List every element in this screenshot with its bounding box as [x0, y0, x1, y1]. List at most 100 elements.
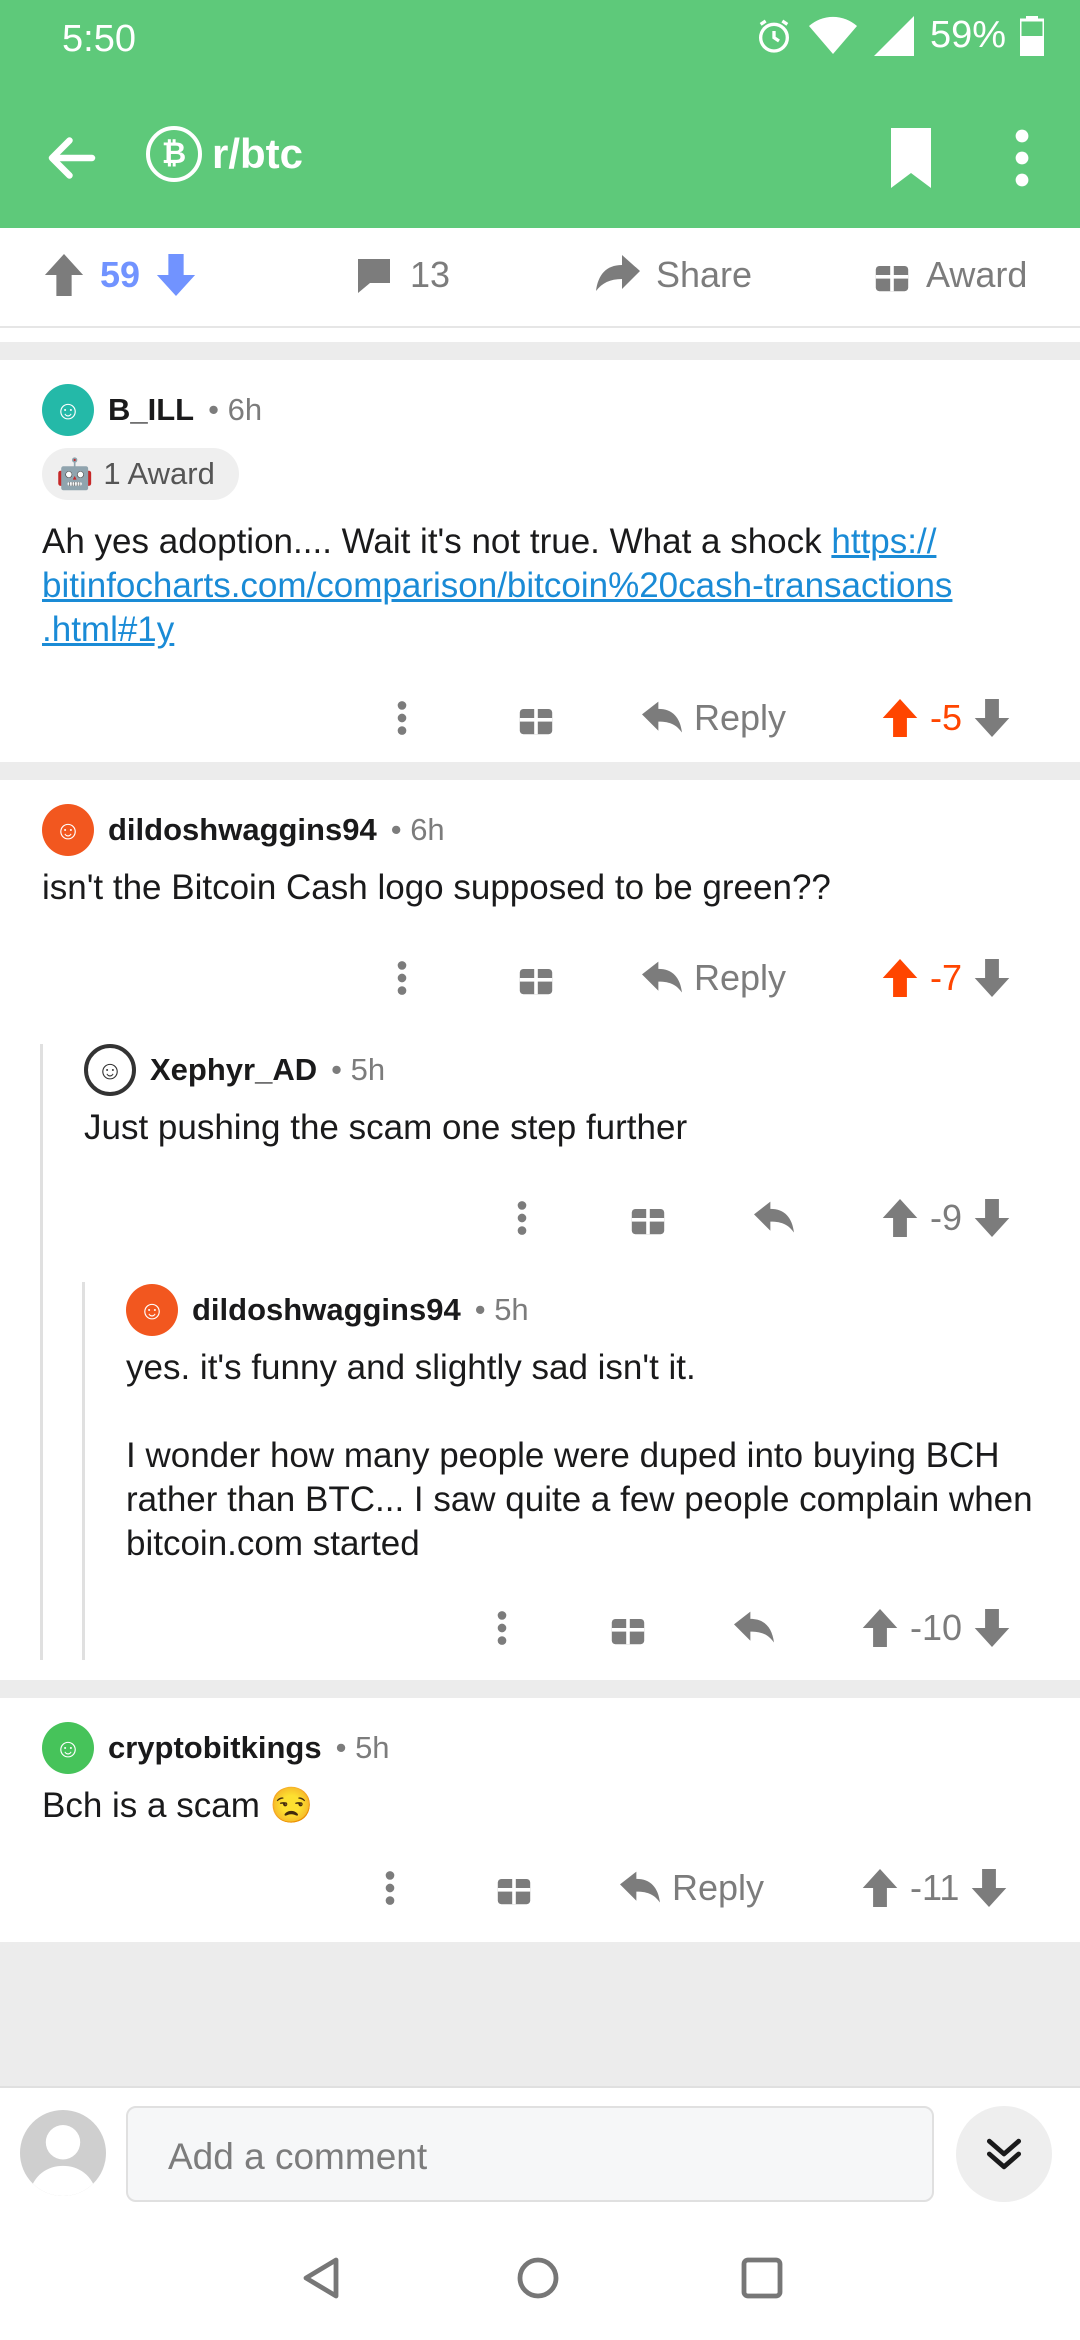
gift-icon [519, 969, 553, 995]
post-action-bar: 59 13 Share Award [0, 228, 1080, 328]
award-count: 1 Award [103, 456, 215, 491]
downvote-icon[interactable] [971, 1869, 1007, 1907]
status-time: 5:50 [62, 18, 136, 60]
award-icon: 🤖 [56, 457, 94, 491]
status-bar: 5:50 59% [0, 0, 1080, 80]
nav-recents-icon[interactable] [740, 2256, 784, 2300]
comment-author[interactable]: dildoshwaggins94 [192, 1292, 461, 1328]
gift-icon [497, 1879, 531, 1905]
subreddit-name: r/btc [212, 130, 304, 177]
downvote-icon[interactable] [974, 1199, 1010, 1237]
divider [0, 1680, 1080, 1698]
nav-back-icon[interactable] [300, 2256, 340, 2300]
reply-button[interactable]: Reply [642, 688, 786, 748]
share-button[interactable]: Share [596, 254, 752, 296]
award-label: Award [926, 254, 1028, 295]
next-comment-button[interactable] [956, 2106, 1052, 2202]
share-icon [596, 255, 640, 291]
comments-button[interactable]: 13 [354, 254, 450, 296]
upvote-icon[interactable] [44, 254, 84, 296]
avatar[interactable] [20, 2110, 106, 2196]
award-button[interactable] [518, 688, 554, 748]
more-options-button[interactable] [516, 1188, 528, 1248]
reply-button[interactable]: Reply [620, 1858, 764, 1918]
more-vert-icon [397, 701, 407, 735]
comment: ☺ B_ILL • 6h 🤖 1 Award Ah yes adoption..… [0, 360, 1080, 762]
more-vert-icon [397, 961, 407, 995]
divider [0, 342, 1080, 360]
bookmark-icon[interactable] [886, 128, 936, 188]
add-comment-input[interactable]: Add a comment [126, 2106, 934, 2202]
reply-button[interactable] [754, 1188, 794, 1248]
comment-time: • 5h [335, 1730, 390, 1765]
comment-score: -10 [910, 1607, 963, 1648]
app-header: 5:50 59% ₿ r/btc [0, 0, 1080, 228]
comment-score: -11 [910, 1867, 960, 1908]
award-button[interactable] [496, 1858, 532, 1918]
comment-body: Ah yes adoption.... Wait it's not true. … [42, 522, 953, 649]
upvote-icon[interactable] [882, 1199, 918, 1237]
reply-icon [642, 961, 682, 993]
reply-button[interactable] [734, 1598, 774, 1658]
battery-percent: 59% [929, 14, 1006, 56]
award-button[interactable] [630, 1188, 666, 1248]
post-vote: 59 [44, 254, 196, 296]
comment-author[interactable]: dildoshwaggins94 [108, 812, 377, 848]
gift-icon [519, 709, 553, 735]
avatar[interactable]: ☺ [42, 1722, 94, 1774]
bitcoin-icon: ₿ [146, 126, 202, 182]
comment: ☺ dildoshwaggins94 • 6h isn't the Bitcoi… [0, 780, 1080, 1020]
avatar[interactable]: ☺ [42, 384, 94, 436]
reply-icon [734, 1611, 774, 1643]
upvote-icon[interactable] [862, 1869, 898, 1907]
avatar[interactable]: ☺ [84, 1044, 136, 1096]
downvote-icon[interactable] [974, 699, 1010, 737]
reply-icon [642, 701, 682, 733]
more-options-button[interactable] [396, 948, 408, 1008]
vote-control: -5 [882, 688, 1010, 748]
post-score: 59 [100, 254, 141, 295]
downvote-icon[interactable] [974, 1609, 1010, 1647]
more-options-button[interactable] [396, 688, 408, 748]
nav-home-icon[interactable] [516, 2256, 560, 2300]
arrow-left-icon[interactable] [42, 128, 102, 188]
comment-author[interactable]: B_ILL [108, 392, 194, 428]
comment-reply: ☺ Xephyr_AD • 5h Just pushing the scam o… [0, 1020, 1080, 1260]
upvote-icon[interactable] [882, 959, 918, 997]
award-badge[interactable]: 🤖 1 Award [42, 448, 239, 500]
downvote-icon[interactable] [974, 959, 1010, 997]
more-vert-icon[interactable] [1004, 128, 1040, 188]
reply-icon [620, 1871, 660, 1903]
upvote-icon[interactable] [882, 699, 918, 737]
vote-control: -9 [882, 1188, 1010, 1248]
comment-author[interactable]: cryptobitkings [108, 1730, 322, 1766]
battery-icon [1020, 15, 1044, 56]
avatar[interactable]: ☺ [42, 804, 94, 856]
comment-score: -7 [930, 957, 963, 998]
comment-body: Bch is a scam 😒 [42, 1786, 314, 1825]
alarm-icon [758, 19, 789, 53]
share-label: Share [656, 254, 753, 295]
subreddit-title[interactable]: ₿ r/btc [146, 126, 303, 182]
upvote-icon[interactable] [862, 1609, 898, 1647]
comment-score: -5 [930, 697, 963, 738]
more-options-button[interactable] [496, 1598, 508, 1658]
more-vert-icon [385, 1871, 395, 1905]
user-icon [28, 2125, 98, 2196]
comment-body: yes. it's funny and slightly sad isn't i… [126, 1348, 1033, 1563]
downvote-icon[interactable] [156, 254, 196, 296]
award-button[interactable]: Award [874, 254, 1027, 296]
comment-icon [358, 259, 390, 293]
comment-time: • 6h [390, 812, 445, 847]
award-button[interactable] [610, 1598, 646, 1658]
avatar[interactable]: ☺ [126, 1284, 178, 1336]
comment-author[interactable]: Xephyr_AD [150, 1052, 317, 1088]
system-nav-bar [0, 2216, 1080, 2340]
more-options-button[interactable] [384, 1858, 396, 1918]
comment-time: • 5h [331, 1052, 386, 1087]
award-button[interactable] [518, 948, 554, 1008]
reply-icon [754, 1201, 794, 1233]
empty-area [0, 1942, 1080, 2086]
more-vert-icon [517, 1201, 527, 1235]
reply-button[interactable]: Reply [642, 948, 786, 1008]
